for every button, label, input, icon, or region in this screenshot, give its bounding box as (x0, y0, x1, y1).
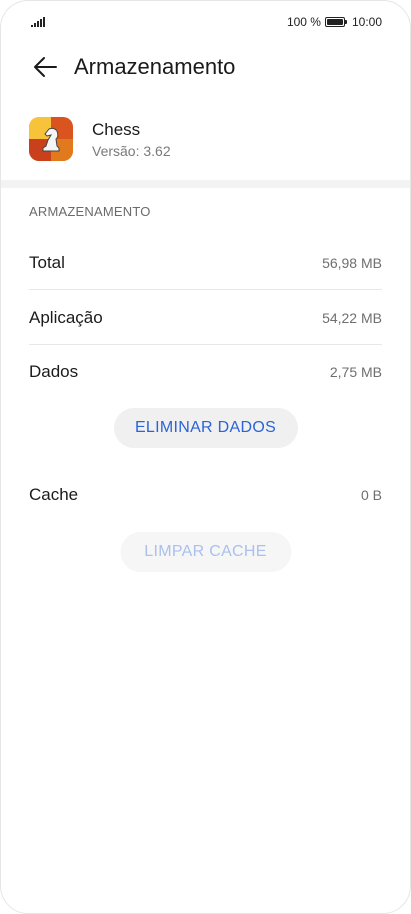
battery-icon (324, 17, 347, 27)
storage-row-data: Dados 2,75 MB (29, 345, 382, 399)
app-info: Chess Versão: 3.62 (29, 113, 382, 165)
chess-app-icon (29, 117, 73, 161)
row-value: 0 B (360, 487, 382, 503)
row-label: Cache (29, 485, 79, 504)
storage-row-cache: Cache 0 B (29, 468, 382, 522)
row-value: 2,75 MB (329, 364, 382, 380)
page-title: Armazenamento (74, 54, 236, 79)
status-bar: 100 % 10:00 (1, 1, 410, 43)
row-label: Aplicação (29, 307, 103, 327)
back-button[interactable] (25, 47, 65, 87)
row-label: Total (29, 252, 65, 272)
clear-cache-button[interactable]: LIMPAR CACHE (120, 532, 291, 572)
row-value: 56,98 MB (322, 254, 382, 271)
storage-screen: 100 % 10:00 Armazenamento Chess Versão: … (0, 0, 411, 914)
app-version: Versão: 3.62 (92, 142, 171, 159)
header: Armazenamento (1, 47, 410, 87)
app-text: Chess Versão: 3.62 (92, 120, 171, 159)
arrow-left-icon (34, 57, 57, 77)
section-title-storage: ARMAZENAMENTO (29, 204, 151, 219)
status-right: 100 % 10:00 (287, 15, 382, 29)
battery-percent: 100 % (286, 15, 321, 29)
section-divider (1, 180, 410, 188)
signal-icon (31, 17, 45, 27)
row-label: Dados (29, 362, 79, 381)
row-value: 54,22 MB (322, 309, 382, 326)
clock: 10:00 (351, 15, 382, 29)
storage-row-total: Total 56,98 MB (29, 236, 382, 290)
storage-row-app: Aplicação 54,22 MB (29, 291, 382, 345)
app-name: Chess (92, 119, 141, 139)
delete-data-button[interactable]: ELIMINAR DADOS (113, 408, 298, 448)
